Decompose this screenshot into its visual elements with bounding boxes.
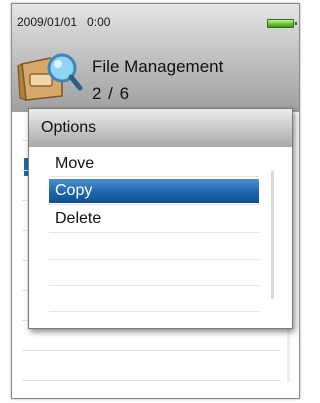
device-screen: 2009/01/01 0:00 File Management 2 / 6 Op…	[11, 3, 300, 399]
list-divider	[22, 380, 280, 381]
file-search-icon	[17, 53, 83, 101]
dialog-header: Options	[29, 109, 292, 147]
header-bar: 2009/01/01 0:00 File Management 2 / 6	[12, 4, 299, 112]
dialog-divider	[49, 204, 259, 205]
options-dialog: Options Move Copy Delete	[28, 108, 293, 329]
dialog-divider	[49, 176, 259, 177]
item-counter: 2 / 6	[92, 84, 131, 103]
dialog-scrollbar[interactable]	[271, 171, 274, 299]
battery-full-icon	[267, 19, 297, 28]
dialog-divider	[49, 232, 259, 233]
option-move[interactable]: Move	[49, 152, 259, 176]
option-copy[interactable]: Copy	[49, 179, 259, 203]
dialog-divider	[49, 311, 259, 312]
dialog-divider	[49, 259, 259, 260]
list-divider	[22, 350, 280, 351]
dialog-title: Options	[41, 119, 97, 136]
option-delete[interactable]: Delete	[49, 207, 259, 231]
page-title: File Management	[92, 57, 224, 76]
dialog-divider	[49, 285, 259, 286]
status-datetime: 2009/01/01 0:00	[17, 15, 111, 29]
